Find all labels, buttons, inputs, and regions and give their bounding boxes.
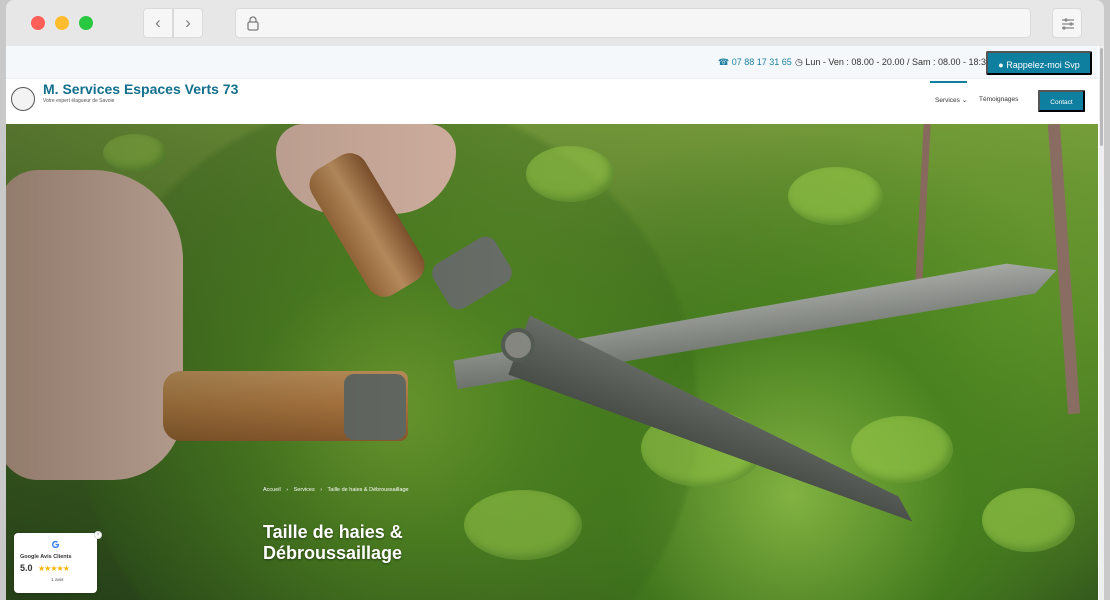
contact-button[interactable]: Contact — [1038, 90, 1085, 112]
page-scrollbar-thumb[interactable] — [1100, 48, 1103, 146]
close-window-button[interactable] — [31, 16, 45, 30]
google-g-icon — [51, 540, 60, 549]
page-title: Taille de haies & Débroussaillage — [263, 522, 403, 563]
site-brand[interactable]: M. Services Espaces Verts 73 — [43, 81, 238, 97]
maximize-window-button[interactable] — [79, 16, 93, 30]
callback-button[interactable]: ● Rappelez-moi Svp — [986, 51, 1092, 75]
site-header: M. Services Espaces Verts 73 Votre exper… — [6, 80, 1098, 124]
breadcrumb-separator-icon: › — [320, 487, 323, 493]
chat-icon: ● — [998, 60, 1004, 70]
browser-menu-button[interactable] — [1052, 8, 1082, 38]
google-review-widget[interactable]: × Google Avis Clients 5.0 ★★★★★ 1 avis — [14, 531, 102, 593]
breadcrumb-services[interactable]: Services — [294, 487, 315, 493]
back-button[interactable]: ‹ — [143, 8, 173, 38]
phone-link[interactable]: ☎ 07 88 17 31 65 — [718, 57, 792, 68]
minimize-window-button[interactable] — [55, 16, 69, 30]
callback-button-label: Rappelez-moi Svp — [1006, 60, 1080, 70]
address-bar[interactable] — [235, 8, 1031, 38]
tree-logo-icon[interactable] — [11, 87, 35, 111]
chevron-down-icon: ⌄ — [961, 97, 968, 104]
phone-number: 07 88 17 31 65 — [731, 57, 792, 67]
forward-button[interactable]: › — [173, 8, 203, 38]
hero-shade — [6, 124, 1098, 600]
hero-banner: Accueil › Services › Taille de haies & D… — [6, 124, 1098, 600]
review-count: 1 avis — [51, 578, 64, 583]
breadcrumb-separator-icon: › — [286, 487, 289, 493]
phone-icon: ☎ — [718, 57, 730, 67]
close-icon[interactable]: × — [94, 531, 102, 539]
clock-icon: ◷ — [795, 57, 803, 67]
nav-services[interactable]: Services ⌄ — [935, 96, 967, 104]
rating-stars: ★★★★★ — [38, 564, 70, 573]
active-nav-indicator — [930, 81, 967, 83]
opening-hours-text: Lun - Ven : 08.00 - 20.00 / Sam : 08.00 … — [805, 57, 991, 67]
breadcrumb-current: Taille de haies & Débroussaillage — [327, 487, 409, 493]
website-page: ☎ 07 88 17 31 65 ◷ Lun - Ven : 08.00 - 2… — [6, 46, 1104, 600]
review-score: 5.0 — [20, 563, 33, 573]
review-title: Google Avis Clients — [20, 554, 72, 560]
browser-window: ‹ › ☎ 07 88 17 31 65 ◷ Lun - Ven: 08.00… — [0, 0, 1110, 600]
nav-testimonials[interactable]: Témoignages — [979, 96, 1018, 103]
top-contact-bar: ☎ 07 88 17 31 65 ◷ Lun - Ven : 08.00 - 2… — [6, 46, 1098, 79]
breadcrumb: Accueil › Services › Taille de haies & D… — [263, 487, 413, 493]
browser-toolbar: ‹ › — [6, 0, 1104, 46]
nav-services-label: Services — [935, 97, 960, 104]
opening-hours: ◷ Lun - Ven : 08.00 - 20.00 / Sam : 08.0… — [795, 57, 991, 68]
breadcrumb-home[interactable]: Accueil — [263, 487, 281, 493]
sliders-icon — [1062, 18, 1074, 30]
site-tagline: Votre expert élagueur de Savoie — [43, 98, 115, 104]
lock-icon — [247, 16, 259, 31]
